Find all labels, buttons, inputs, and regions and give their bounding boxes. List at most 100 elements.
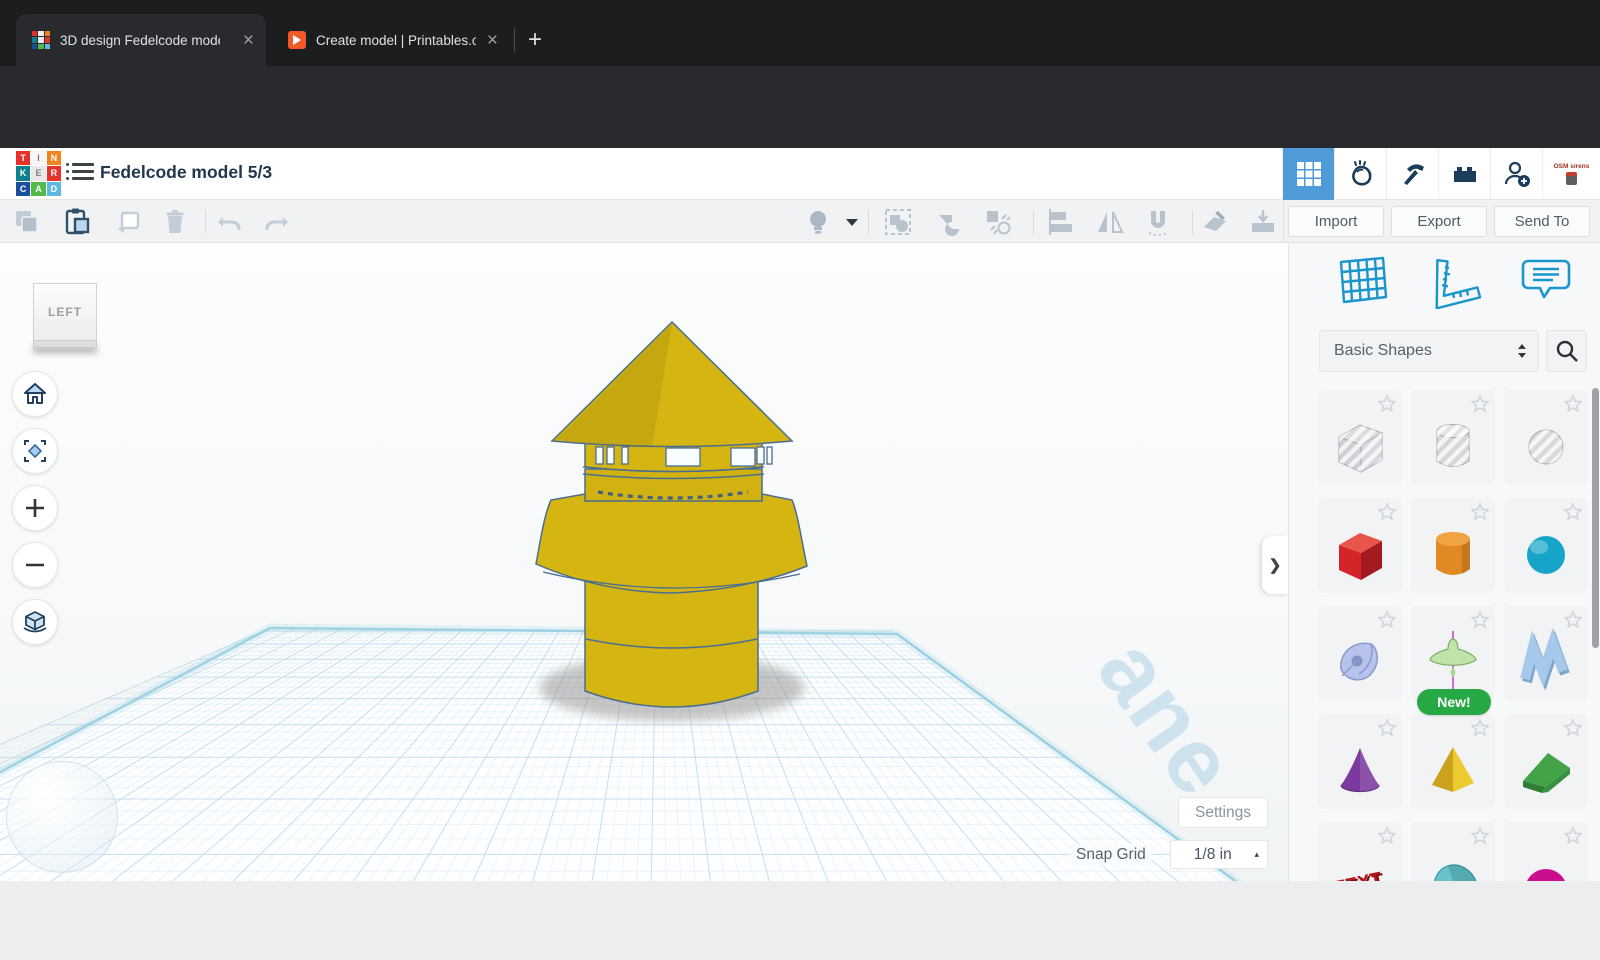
- favorite-star-icon[interactable]: [1377, 826, 1397, 846]
- copy-icon[interactable]: [12, 207, 42, 237]
- favorite-star-icon[interactable]: [1470, 610, 1490, 630]
- home-view-button[interactable]: [12, 371, 58, 417]
- favorite-star-icon[interactable]: [1377, 394, 1397, 414]
- export-button[interactable]: Export: [1391, 206, 1487, 237]
- snap-magnet-icon[interactable]: [1143, 207, 1173, 237]
- tab-tinkercad[interactable]: 3D design Fedelcode model 5 ×: [16, 14, 266, 66]
- design-menu-icon[interactable]: [72, 163, 94, 183]
- shape-cylinder[interactable]: [1411, 498, 1495, 593]
- view-cube[interactable]: LEFT: [33, 283, 97, 348]
- shape-pyramid[interactable]: [1411, 714, 1495, 809]
- header-mode-tiles: OSM sirens: [1282, 148, 1600, 200]
- shape-sphere[interactable]: [1504, 498, 1588, 593]
- new-tab-button[interactable]: +: [528, 26, 542, 54]
- redo-icon[interactable]: [262, 207, 292, 237]
- shape-hole-box[interactable]: [1318, 390, 1402, 485]
- snap-grid-dropdown[interactable]: 1/8 in ▴: [1170, 840, 1268, 869]
- toolbar-divider: [1033, 210, 1034, 234]
- tab-printables[interactable]: Create model | Printables.com ×: [272, 14, 510, 66]
- mirror-icon[interactable]: [1095, 207, 1125, 237]
- favorite-star-icon[interactable]: [1377, 610, 1397, 630]
- import-button[interactable]: Import: [1288, 206, 1384, 237]
- shape-lathe[interactable]: [1411, 606, 1495, 701]
- ruler-tool-icon[interactable]: [1248, 207, 1278, 237]
- ungroup-icon[interactable]: [933, 207, 963, 237]
- shape-box[interactable]: [1318, 498, 1402, 593]
- gumdrop-icon: [1347, 160, 1375, 188]
- zoom-in-icon: [23, 496, 47, 520]
- shape-cone[interactable]: [1318, 714, 1402, 809]
- account-avatar: [1566, 172, 1577, 185]
- shape-text[interactable]: TEXT TEXT: [1318, 822, 1402, 881]
- home-view-icon: [22, 381, 48, 407]
- show-all-dropdown-icon[interactable]: [843, 207, 861, 237]
- send-to-button[interactable]: Send To: [1494, 206, 1590, 237]
- brick-export-button[interactable]: [1438, 148, 1490, 200]
- view-cube-face[interactable]: LEFT: [33, 283, 97, 341]
- favorite-star-icon[interactable]: [1563, 394, 1583, 414]
- tab-close-icon[interactable]: ×: [243, 31, 254, 50]
- toolbar-divider: [1192, 210, 1193, 234]
- shape-hole-sphere[interactable]: [1504, 390, 1588, 485]
- workplane-tool-icon[interactable]: [1200, 207, 1230, 237]
- paste-icon[interactable]: [62, 207, 92, 237]
- viewport-3d[interactable]: ane: [0, 243, 1288, 881]
- pickaxe-icon: [1399, 160, 1427, 188]
- workplane-helper-icon[interactable]: [1332, 253, 1390, 309]
- undo-icon[interactable]: [214, 207, 244, 237]
- tab-close-icon[interactable]: ×: [487, 31, 498, 50]
- notes-helper-icon[interactable]: [1518, 253, 1574, 309]
- favorite-star-icon[interactable]: [1563, 502, 1583, 522]
- zoom-out-button[interactable]: [12, 542, 58, 588]
- collaborate-button[interactable]: [1490, 148, 1542, 200]
- toolbar-divider: [205, 210, 206, 234]
- perspective-toggle-button[interactable]: [12, 599, 58, 645]
- tinkercad-logo[interactable]: TIN KER CAD: [16, 151, 61, 196]
- favorite-star-icon[interactable]: [1377, 718, 1397, 738]
- minecraft-export-button[interactable]: [1386, 148, 1438, 200]
- zoom-in-button[interactable]: [12, 485, 58, 531]
- align-icon[interactable]: [1046, 207, 1076, 237]
- settings-button[interactable]: Settings: [1178, 797, 1268, 828]
- snap-grid-caret-icon: ▴: [1254, 849, 1259, 860]
- tab-divider: [514, 28, 515, 52]
- panel-scrollbar[interactable]: [1592, 385, 1599, 881]
- favorite-star-icon[interactable]: [1563, 610, 1583, 630]
- shape-search-button[interactable]: [1546, 330, 1587, 372]
- shape-half-sphere[interactable]: [1504, 822, 1588, 881]
- account-widget[interactable]: OSM sirens: [1542, 148, 1600, 200]
- printables-favicon: [288, 31, 306, 49]
- delete-icon[interactable]: [160, 207, 190, 237]
- model-tower[interactable]: [0, 243, 1288, 881]
- toolbar-divider: [868, 210, 869, 234]
- category-value: Basic Shapes: [1334, 342, 1516, 360]
- view-cube-bottom[interactable]: [33, 341, 97, 348]
- design-title[interactable]: Fedelcode model 5/3: [100, 162, 272, 183]
- shape-scribble[interactable]: [1504, 606, 1588, 701]
- favorite-star-icon[interactable]: [1563, 718, 1583, 738]
- browser-chrome: 3D design Fedelcode model 5 × Create mod…: [0, 0, 1600, 148]
- duplicate-icon[interactable]: [112, 207, 142, 237]
- favorite-star-icon[interactable]: [1470, 718, 1490, 738]
- panel-collapse-button[interactable]: ❯: [1262, 536, 1288, 594]
- snap-grid-label: Snap Grid: [1070, 844, 1152, 866]
- view-3d-button[interactable]: [1282, 148, 1334, 200]
- shape-extrusion[interactable]: [1318, 606, 1402, 701]
- break-apart-icon[interactable]: [983, 207, 1013, 237]
- shape-round-roof[interactable]: [1411, 822, 1495, 881]
- favorite-star-icon[interactable]: [1470, 394, 1490, 414]
- shape-hole-cylinder[interactable]: [1411, 390, 1495, 485]
- favorite-star-icon[interactable]: [1563, 826, 1583, 846]
- category-dropdown[interactable]: Basic Shapes: [1319, 330, 1539, 372]
- sim-lab-button[interactable]: [1334, 148, 1386, 200]
- panel-scrollbar-thumb[interactable]: [1592, 388, 1599, 648]
- snap-grid-value: 1/8 in: [1171, 846, 1254, 864]
- show-all-icon[interactable]: [803, 207, 833, 237]
- shape-roof[interactable]: [1504, 714, 1588, 809]
- favorite-star-icon[interactable]: [1470, 502, 1490, 522]
- favorite-star-icon[interactable]: [1377, 502, 1397, 522]
- group-icon[interactable]: [883, 207, 913, 237]
- ruler-helper-icon[interactable]: [1425, 253, 1483, 309]
- fit-view-button[interactable]: [12, 428, 58, 474]
- favorite-star-icon[interactable]: [1470, 826, 1490, 846]
